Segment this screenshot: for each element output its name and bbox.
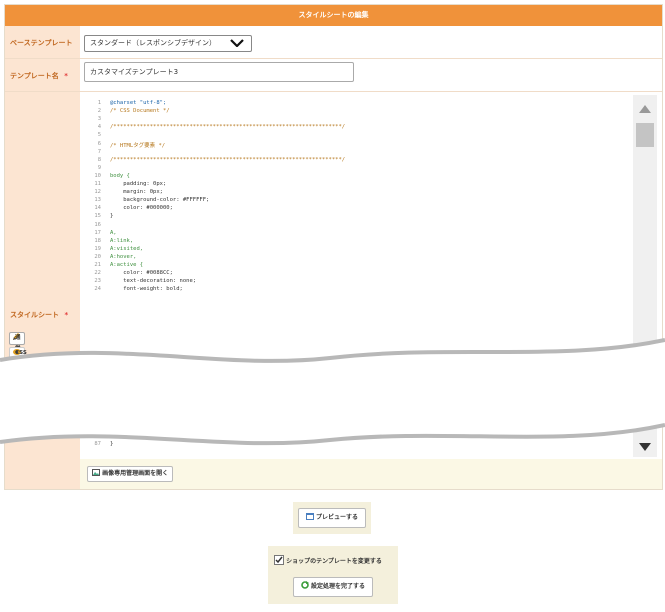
image-icon [92, 469, 100, 476]
code-line: text-decoration: none; [110, 278, 197, 285]
image-manager-strip: 画像専用管理画面を開く [80, 459, 662, 489]
template-name-label: テンプレート名 [10, 72, 59, 80]
required-mark: * [64, 72, 68, 80]
template-name-input[interactable]: カスタマイズテンプレート3 [84, 62, 354, 82]
preview-button[interactable]: プレビューする [298, 508, 366, 528]
complete-settings-button[interactable]: 設定処理を完了する [293, 577, 373, 597]
code-line-number: 4 [97, 124, 101, 131]
preview-button-label: プレビューする [316, 514, 359, 521]
code-line-number: 9 [97, 164, 101, 171]
code-line: font-weight: bold; [110, 286, 183, 293]
code-line-number: 2 [97, 108, 101, 115]
code-line: A:visited, [110, 245, 144, 252]
required-mark: * [64, 311, 69, 319]
code-line: margin: 0px; [110, 189, 163, 196]
code-line: background-color: #FFFFFF; [110, 197, 210, 204]
preview-button-wrap: プレビューする [293, 502, 371, 534]
window-icon [305, 513, 314, 520]
scroll-up-icon[interactable] [639, 105, 651, 113]
checkmark-icon [275, 556, 283, 564]
panel-header-title: スタイルシートの編集 [5, 5, 662, 26]
code-line-number: 22 [94, 270, 101, 277]
code-line-number: 18 [94, 237, 101, 244]
code-line-number: 17 [94, 229, 101, 236]
code-line: /***************************************… [110, 124, 346, 131]
code-line: A, [110, 229, 117, 236]
chevron-down-icon [230, 39, 244, 47]
code-line: /***************************************… [110, 156, 346, 163]
code-line-number: 10 [94, 172, 101, 179]
row-divider [5, 91, 662, 92]
open-image-manager-button[interactable]: 画像専用管理画面を開く [87, 466, 174, 482]
code-line-number: 14 [94, 205, 101, 212]
code-line-number: 16 [94, 221, 101, 228]
code-line-number: 15 [94, 213, 101, 220]
base-template-label-cell: ベーステンプレート [5, 26, 80, 59]
template-name-input-value: カスタマイズテンプレート3 [90, 68, 179, 76]
code-line: A:link, [110, 237, 134, 244]
code-line: A:hover, [110, 253, 137, 260]
complete-settings-label: 設定処理を完了する [311, 583, 366, 590]
code-line: color: #0088CC; [110, 270, 173, 277]
code-line-number: 20 [94, 253, 101, 260]
code-line-number: 8 [97, 156, 101, 163]
base-template-select[interactable]: スタンダード（レスポンシブデザイン） [84, 35, 252, 52]
code-line: } [110, 213, 114, 220]
torn-page-break [0, 338, 665, 446]
code-line: color: #000000; [110, 205, 173, 212]
code-line: /* CSS Document */ [110, 108, 170, 115]
code-line-number: 6 [97, 140, 101, 147]
base-template-label: ベーステンプレート [10, 39, 73, 47]
change-template-label: ショップのテンプレートを変更する [286, 558, 382, 565]
stylesheet-label: スタイルシート [10, 311, 59, 319]
scrollbar-thumb[interactable] [636, 123, 654, 147]
code-line-number: 3 [97, 116, 101, 123]
code-line: /* HTMLタグ要素 */ [110, 142, 166, 149]
code-line: body { [110, 172, 130, 179]
change-template-option[interactable]: ショップのテンプレートを変更する [274, 555, 382, 565]
code-line-number: 7 [97, 148, 101, 155]
change-template-checkbox[interactable] [274, 555, 284, 565]
code-line-number: 12 [94, 189, 101, 196]
base-template-select-value: スタンダード（レスポンシブデザイン） [90, 39, 216, 47]
code-line-number: 21 [94, 262, 101, 268]
open-image-manager-label: 画像専用管理画面を開く [102, 470, 169, 477]
code-line-number: 19 [94, 245, 101, 252]
code-line-number: 11 [94, 181, 101, 187]
code-line-number: 24 [94, 286, 101, 293]
refresh-icon [301, 581, 309, 589]
code-line: A:active { [110, 262, 144, 268]
code-line-number: 1 [97, 100, 101, 106]
code-line-number: 13 [94, 197, 101, 204]
complete-section-wrap: ショップのテンプレートを変更する 設定処理を完了する [268, 546, 398, 604]
template-name-label-cell: テンプレート名 * [5, 59, 80, 92]
code-line-number: 5 [97, 132, 101, 139]
code-line: padding: 0px; [110, 181, 167, 187]
code-line-number: 23 [94, 278, 101, 285]
code-line: @charset "utf-8"; [110, 100, 167, 106]
